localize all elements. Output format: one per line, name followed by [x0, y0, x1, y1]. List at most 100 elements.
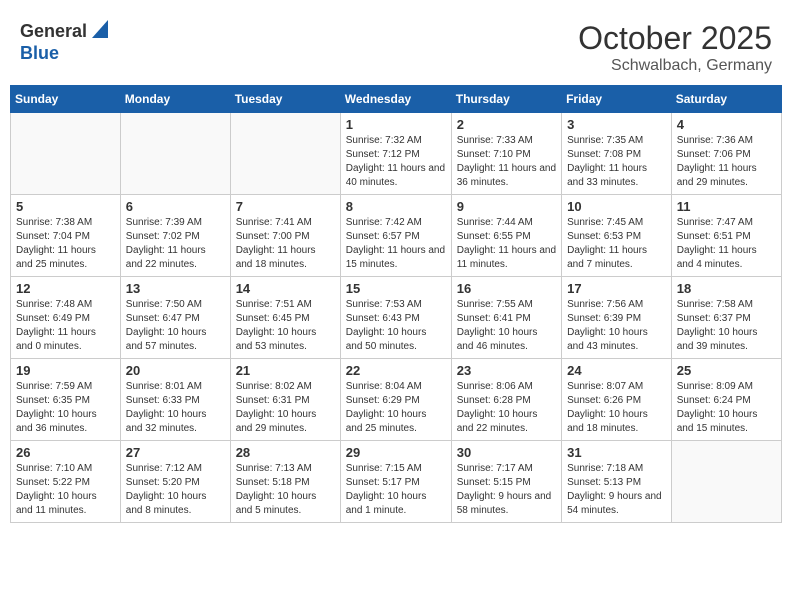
weekday-header: Wednesday	[340, 86, 451, 113]
logo-general-text: General	[20, 21, 87, 42]
day-info: Sunrise: 7:15 AM Sunset: 5:17 PM Dayligh…	[346, 462, 446, 518]
calendar-cell: 22Sunrise: 8:04 AM Sunset: 6:29 PM Dayli…	[340, 359, 451, 441]
calendar-cell	[230, 113, 340, 195]
day-number: 30	[457, 445, 556, 460]
day-number: 13	[126, 281, 225, 296]
weekday-header: Friday	[562, 86, 672, 113]
day-info: Sunrise: 7:47 AM Sunset: 6:51 PM Dayligh…	[677, 216, 776, 272]
calendar-cell: 13 Sunrise: 7:50 AM Sunset: 6:47 PM Dayli…	[120, 277, 230, 359]
day-number: 5	[16, 199, 115, 214]
day-info: Sunrise: 7:42 AM Sunset: 6:57 PM Dayligh…	[346, 216, 446, 272]
weekday-header: Tuesday	[230, 86, 340, 113]
calendar-cell: 8 Sunrise: 7:42 AM Sunset: 6:57 PM Daylig…	[340, 195, 451, 277]
day-info: Sunrise: 8:09 AM Sunset: 6:24 PM Dayligh…	[677, 380, 776, 436]
day-number: 25	[677, 363, 776, 378]
day-number: 22	[346, 363, 446, 378]
calendar-cell: 1 Sunrise: 7:32 AM Sunset: 7:12 PM Daylig…	[340, 113, 451, 195]
calendar-cell: 31 Sunrise: 7:18 AM Sunset: 5:13 PM Dayli…	[562, 441, 672, 523]
calendar-cell: 7Sunrise: 7:41 AM Sunset: 7:00 PM Daylig…	[230, 195, 340, 277]
page-header: General Blue October 2025 Schwalbach, Ge…	[10, 10, 782, 80]
calendar-week-row: 19 Sunrise: 7:59 AM Sunset: 6:35 PM Dayli…	[11, 359, 782, 441]
day-number: 26	[16, 445, 115, 460]
day-info: Sunrise: 7:32 AM Sunset: 7:12 PM Dayligh…	[346, 134, 446, 190]
day-number: 12	[16, 281, 115, 296]
day-number: 28	[236, 445, 335, 460]
day-info: Sunrise: 7:53 AM Sunset: 6:43 PM Dayligh…	[346, 298, 446, 354]
day-info: Sunrise: 7:50 AM Sunset: 6:47 PM Dayligh…	[126, 298, 225, 354]
calendar-cell: 6 Sunrise: 7:39 AM Sunset: 7:02 PM Daylig…	[120, 195, 230, 277]
calendar-table: SundayMondayTuesdayWednesdayThursdayFrid…	[10, 85, 782, 523]
day-info: Sunrise: 8:06 AM Sunset: 6:28 PM Dayligh…	[457, 380, 556, 436]
weekday-header: Monday	[120, 86, 230, 113]
day-info: Sunrise: 7:56 AM Sunset: 6:39 PM Dayligh…	[567, 298, 666, 354]
day-number: 31	[567, 445, 666, 460]
calendar-cell: 25 Sunrise: 8:09 AM Sunset: 6:24 PM Dayli…	[671, 359, 781, 441]
day-info: Sunrise: 7:39 AM Sunset: 7:02 PM Dayligh…	[126, 216, 225, 272]
day-info: Sunrise: 7:33 AM Sunset: 7:10 PM Dayligh…	[457, 134, 556, 190]
calendar-cell: 19 Sunrise: 7:59 AM Sunset: 6:35 PM Dayli…	[11, 359, 121, 441]
calendar-week-row: 1 Sunrise: 7:32 AM Sunset: 7:12 PM Daylig…	[11, 113, 782, 195]
day-number: 11	[677, 199, 776, 214]
logo-blue-text: Blue	[20, 43, 59, 63]
day-info: Sunrise: 7:35 AM Sunset: 7:08 PM Dayligh…	[567, 134, 666, 190]
day-number: 15	[346, 281, 446, 296]
day-info: Sunrise: 7:38 AM Sunset: 7:04 PM Dayligh…	[16, 216, 115, 272]
calendar-cell: 23 Sunrise: 8:06 AM Sunset: 6:28 PM Dayli…	[451, 359, 561, 441]
calendar-cell: 5 Sunrise: 7:38 AM Sunset: 7:04 PM Daylig…	[11, 195, 121, 277]
calendar-cell: 12Sunrise: 7:48 AM Sunset: 6:49 PM Dayli…	[11, 277, 121, 359]
day-number: 24	[567, 363, 666, 378]
logo-triangle-icon	[92, 20, 108, 43]
day-number: 16	[457, 281, 556, 296]
day-number: 1	[346, 117, 446, 132]
calendar-cell: 16 Sunrise: 7:55 AM Sunset: 6:41 PM Dayli…	[451, 277, 561, 359]
calendar-cell: 21 Sunrise: 8:02 AM Sunset: 6:31 PM Dayli…	[230, 359, 340, 441]
day-info: Sunrise: 7:12 AM Sunset: 5:20 PM Dayligh…	[126, 462, 225, 518]
day-number: 3	[567, 117, 666, 132]
calendar-cell: 4Sunrise: 7:36 AM Sunset: 7:06 PM Daylig…	[671, 113, 781, 195]
calendar-cell: 14 Sunrise: 7:51 AM Sunset: 6:45 PM Dayli…	[230, 277, 340, 359]
calendar-cell: 9 Sunrise: 7:44 AM Sunset: 6:55 PM Daylig…	[451, 195, 561, 277]
day-number: 6	[126, 199, 225, 214]
calendar-week-row: 12Sunrise: 7:48 AM Sunset: 6:49 PM Dayli…	[11, 277, 782, 359]
day-info: Sunrise: 7:17 AM Sunset: 5:15 PM Dayligh…	[457, 462, 556, 518]
day-number: 23	[457, 363, 556, 378]
day-info: Sunrise: 7:58 AM Sunset: 6:37 PM Dayligh…	[677, 298, 776, 354]
day-number: 2	[457, 117, 556, 132]
calendar-cell	[671, 441, 781, 523]
calendar-cell: 2 Sunrise: 7:33 AM Sunset: 7:10 PM Daylig…	[451, 113, 561, 195]
day-number: 19	[16, 363, 115, 378]
day-info: Sunrise: 7:45 AM Sunset: 6:53 PM Dayligh…	[567, 216, 666, 272]
calendar-cell: 10 Sunrise: 7:45 AM Sunset: 6:53 PM Dayli…	[562, 195, 672, 277]
day-info: Sunrise: 8:01 AM Sunset: 6:33 PM Dayligh…	[126, 380, 225, 436]
calendar-week-row: 5 Sunrise: 7:38 AM Sunset: 7:04 PM Daylig…	[11, 195, 782, 277]
day-info: Sunrise: 7:51 AM Sunset: 6:45 PM Dayligh…	[236, 298, 335, 354]
day-number: 17	[567, 281, 666, 296]
logo: General Blue	[20, 20, 108, 64]
calendar-cell: 18Sunrise: 7:58 AM Sunset: 6:37 PM Dayli…	[671, 277, 781, 359]
day-info: Sunrise: 7:18 AM Sunset: 5:13 PM Dayligh…	[567, 462, 666, 518]
day-info: Sunrise: 7:10 AM Sunset: 5:22 PM Dayligh…	[16, 462, 115, 518]
calendar-cell	[11, 113, 121, 195]
day-number: 14	[236, 281, 335, 296]
calendar-cell: 27Sunrise: 7:12 AM Sunset: 5:20 PM Dayli…	[120, 441, 230, 523]
day-number: 29	[346, 445, 446, 460]
calendar-cell: 17 Sunrise: 7:56 AM Sunset: 6:39 PM Dayli…	[562, 277, 672, 359]
calendar-cell: 11 Sunrise: 7:47 AM Sunset: 6:51 PM Dayli…	[671, 195, 781, 277]
day-number: 9	[457, 199, 556, 214]
day-info: Sunrise: 7:55 AM Sunset: 6:41 PM Dayligh…	[457, 298, 556, 354]
calendar-cell: 20Sunrise: 8:01 AM Sunset: 6:33 PM Dayli…	[120, 359, 230, 441]
weekday-header: Sunday	[11, 86, 121, 113]
calendar-cell: 24Sunrise: 8:07 AM Sunset: 6:26 PM Dayli…	[562, 359, 672, 441]
day-info: Sunrise: 7:36 AM Sunset: 7:06 PM Dayligh…	[677, 134, 776, 190]
day-info: Sunrise: 7:59 AM Sunset: 6:35 PM Dayligh…	[16, 380, 115, 436]
title-block: October 2025 Schwalbach, Germany	[578, 20, 772, 75]
day-info: Sunrise: 7:44 AM Sunset: 6:55 PM Dayligh…	[457, 216, 556, 272]
calendar-cell: 26 Sunrise: 7:10 AM Sunset: 5:22 PM Dayli…	[11, 441, 121, 523]
day-number: 21	[236, 363, 335, 378]
day-info: Sunrise: 8:02 AM Sunset: 6:31 PM Dayligh…	[236, 380, 335, 436]
weekday-header: Saturday	[671, 86, 781, 113]
calendar-week-row: 26 Sunrise: 7:10 AM Sunset: 5:22 PM Dayli…	[11, 441, 782, 523]
month-title: October 2025	[578, 20, 772, 57]
day-number: 10	[567, 199, 666, 214]
day-number: 8	[346, 199, 446, 214]
